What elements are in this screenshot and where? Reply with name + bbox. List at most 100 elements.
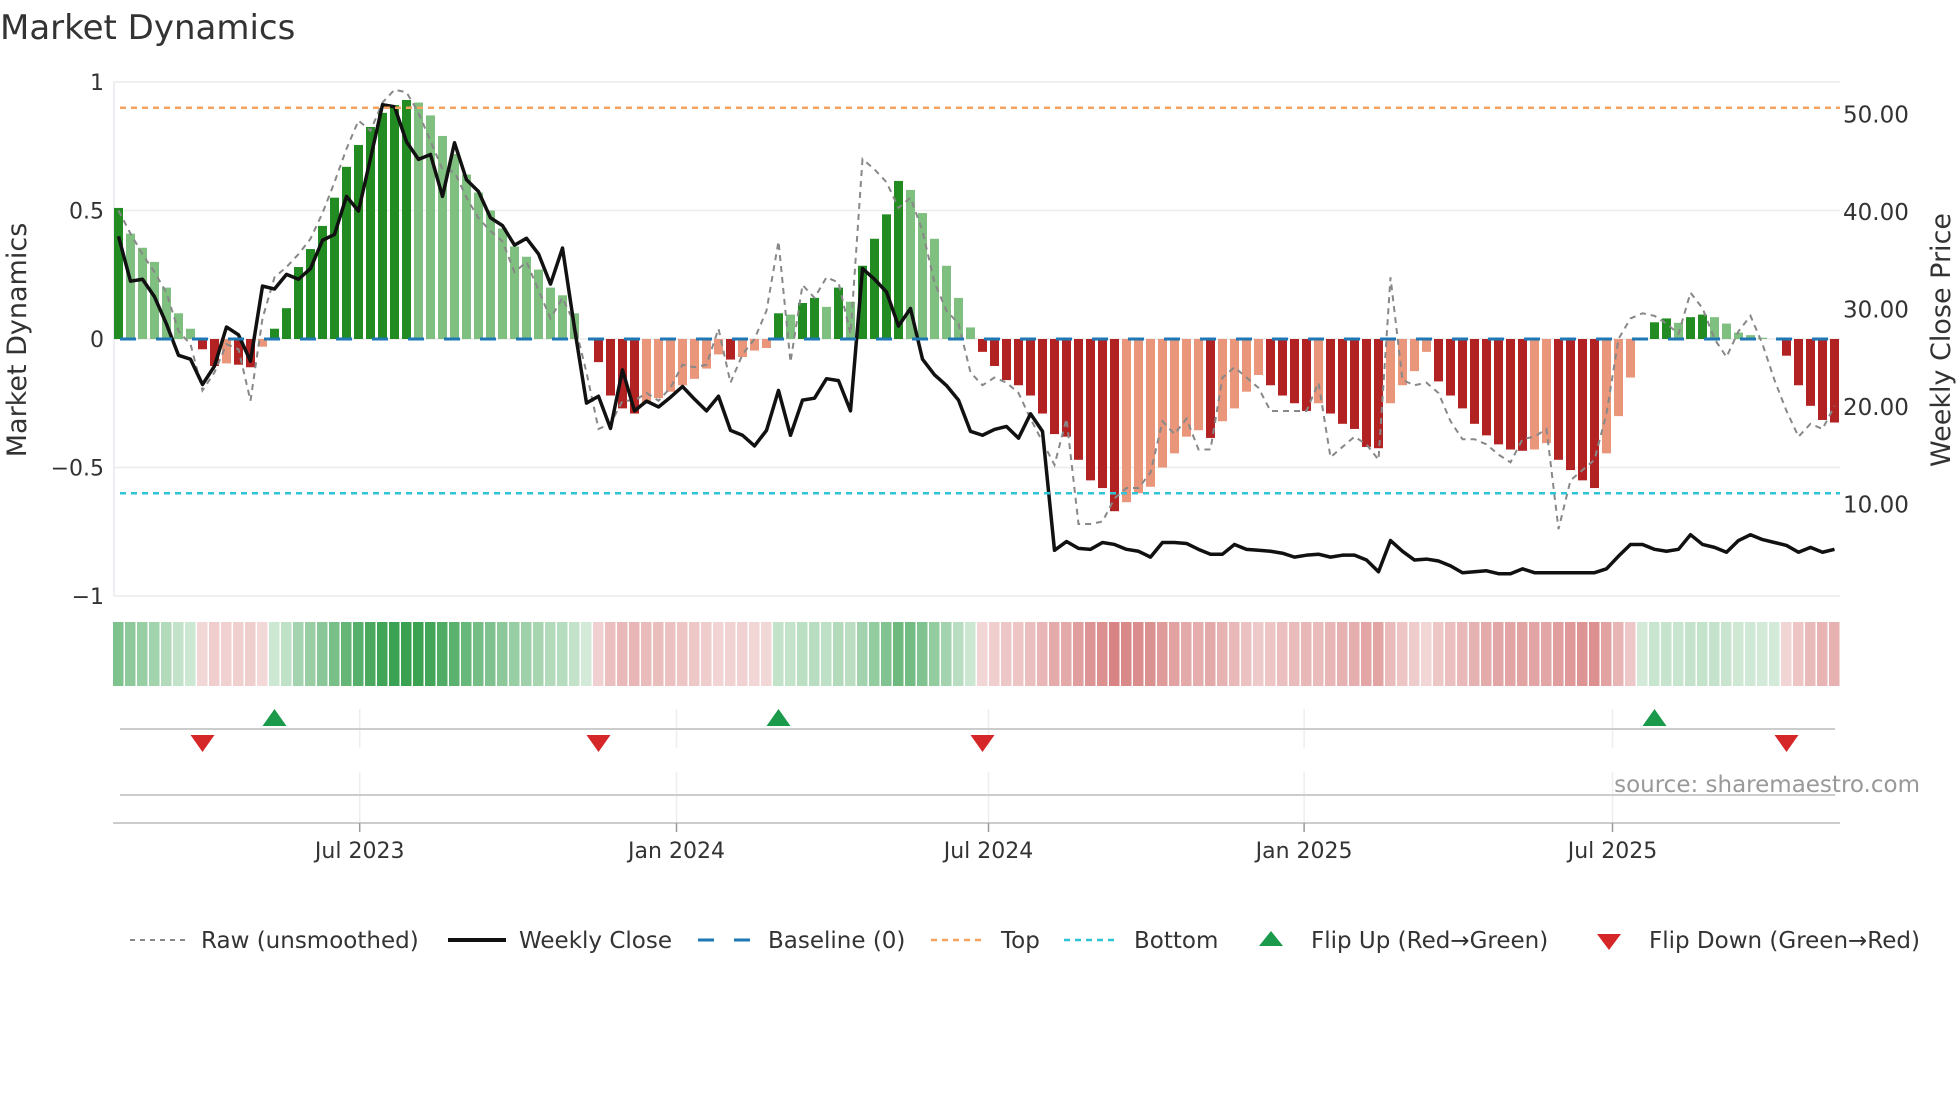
heat-cell [977,622,988,686]
dynamics-bar [1074,339,1083,460]
heat-cell [1313,622,1324,686]
x-tick-label: Jan 2024 [626,839,725,864]
heat-cell [1769,622,1780,686]
dynamics-bar [1602,339,1611,454]
dynamics-bars [114,99,1839,512]
legend-item-flip-up[interactable]: Flip Up (Red→Green) [1259,928,1548,954]
dynamics-bar [474,192,483,339]
flip-up-icon [1259,931,1283,946]
legend-item-baseline[interactable]: Baseline (0) [698,928,905,954]
heat-cell [509,622,520,686]
flip-up-marker [766,709,791,726]
dynamics-bar [798,303,807,339]
dynamics-bar [1230,339,1239,409]
right-axis-label: Weekly Close Price [1926,213,1957,467]
heat-cell [1445,622,1456,686]
heat-cell [233,622,244,686]
heat-cell [185,622,196,686]
right-tick-label: 30.00 [1843,298,1909,324]
dynamics-bar [426,115,435,339]
heat-cell [1217,622,1228,686]
heat-cell [1505,622,1516,686]
dynamics-bar [1410,339,1419,372]
heat-cell [1421,622,1432,686]
heat-cell [377,622,388,686]
heat-cell [929,622,940,686]
left-tick-label: 1 [90,71,104,96]
flip-panel [120,709,1835,822]
heat-cell [1577,622,1588,686]
dynamics-bar [1566,339,1575,471]
legend-item-close[interactable]: Weekly Close [448,928,672,954]
heat-cell [1349,622,1360,686]
heat-cell [713,622,724,686]
dynamics-bar [1386,339,1395,404]
dynamics-bar [126,233,135,339]
dynamics-bar [282,308,291,339]
heat-cell [1673,622,1684,686]
heat-cell [1757,622,1768,686]
heat-cell [581,622,592,686]
heat-cell [353,622,364,686]
heat-cell [1781,622,1792,686]
heat-cell [1181,622,1192,686]
heat-cell [437,622,448,686]
legend-bottom-label: Bottom [1134,928,1218,954]
heat-cell [425,622,436,686]
dynamics-bar [1338,339,1347,424]
heat-cell [821,622,832,686]
flip-up-marker [1642,709,1667,726]
heat-cell [1601,622,1612,686]
right-tick-label: 40.00 [1843,200,1909,226]
heat-cell [1289,622,1300,686]
x-tick-label: Jul 2023 [313,839,405,864]
dynamics-bar [1710,317,1719,339]
heat-cell [245,622,256,686]
flip-down-icon [1597,934,1621,950]
heat-cell [1625,622,1636,686]
dynamics-bar [1134,339,1143,494]
left-tick-label: −0.5 [51,457,104,482]
dynamics-bar [654,339,663,399]
dynamics-bar [1026,339,1035,396]
heat-cell [221,622,232,686]
legend-item-bottom[interactable]: Bottom [1064,928,1218,954]
dynamics-bar [534,269,543,339]
dynamics-bar [378,112,387,339]
heat-cell [389,622,400,686]
heat-cell [113,622,124,686]
heat-cell [1193,622,1204,686]
dynamics-bar [138,247,147,339]
heat-cell [953,622,964,686]
chart-title: Market Dynamics [0,8,295,48]
heat-cell [1385,622,1396,686]
dynamics-bar [954,297,963,339]
heat-cell [1541,622,1552,686]
dynamics-bar [438,135,447,339]
dynamics-bar [822,306,831,339]
legend-item-top[interactable]: Top [931,928,1040,954]
heat-cell [893,622,904,686]
heat-cell [1265,622,1276,686]
heat-cell [401,622,412,686]
legend-item-flip-down[interactable]: Flip Down (Green→Red) [1597,928,1920,954]
dynamics-bar [498,228,507,339]
heat-cell [173,622,184,686]
dynamics-bar [1818,339,1827,420]
dynamics-bar [990,339,999,366]
x-tick-label: Jul 2024 [942,839,1034,864]
dynamics-bar [1494,339,1503,445]
heat-cell [1709,622,1720,686]
heat-cell [485,622,496,686]
dynamics-bar [942,265,951,339]
legend-top-label: Top [1000,928,1040,954]
heat-cell [1457,622,1468,686]
dynamics-bar [198,339,207,350]
flip-down-marker [970,735,995,752]
right-axis-ticks: 50.00 40.00 30.00 20.00 10.00 [1843,103,1909,519]
heat-cell [797,622,808,686]
legend-flip-down-label: Flip Down (Green→Red) [1649,928,1920,954]
dynamics-bar [1146,339,1155,487]
legend-item-raw[interactable]: Raw (unsmoothed) [130,928,419,954]
heat-cell [557,622,568,686]
